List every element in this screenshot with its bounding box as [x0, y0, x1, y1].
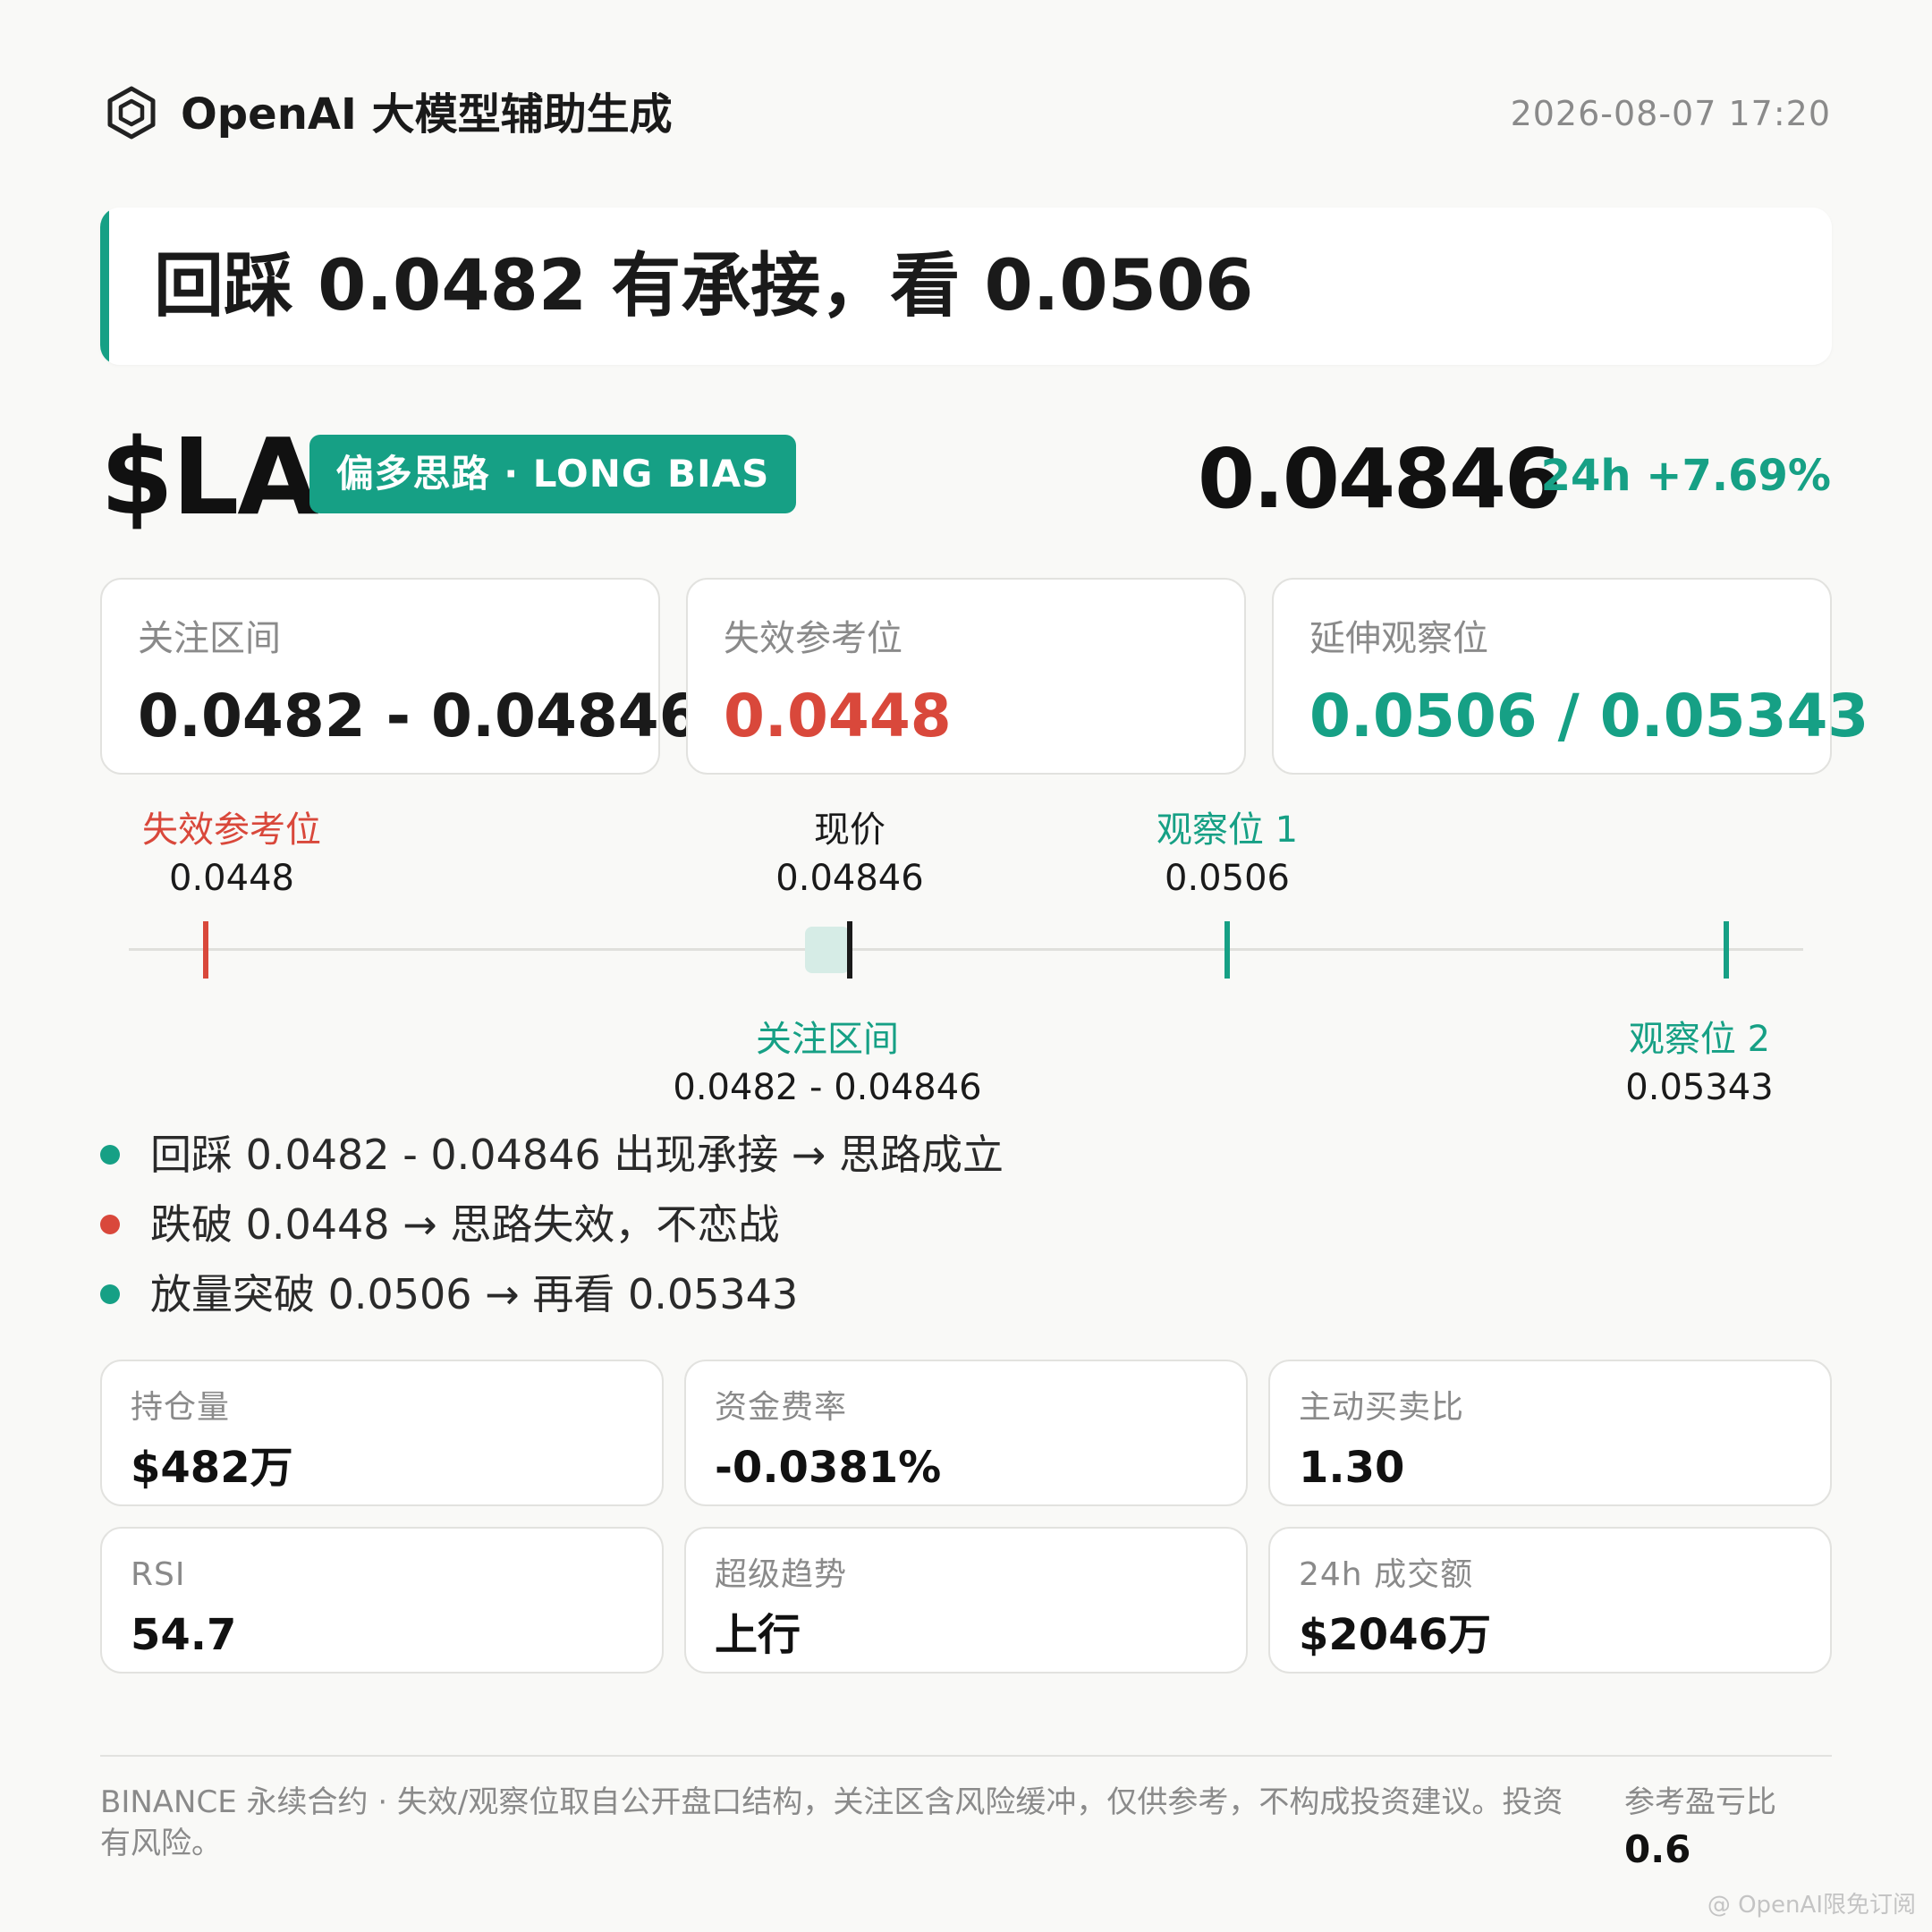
risk-reward-label: 参考盈亏比: [1624, 1784, 1776, 1820]
stat-label: 资金费率: [715, 1389, 848, 1426]
stat-card-rsi: RSI 54.7: [100, 1527, 664, 1674]
level-label: 关注区间: [138, 618, 281, 659]
ladder-zone-label: 关注区间: [756, 1019, 899, 1060]
scenario-text: 跌破 0.0448 → 思路失效，不恋战: [150, 1200, 780, 1249]
focus-zone-band: [805, 927, 850, 973]
current-price: 0.04846: [1197, 431, 1562, 527]
headline-card: 回踩 0.0482 有承接，看 0.0506: [100, 208, 1832, 365]
level-value: 0.0482 - 0.04846: [138, 682, 700, 750]
ladder-invalid-label: 失效参考位: [142, 809, 321, 851]
level-card-targets: 延伸观察位 0.0506 / 0.05343: [1272, 578, 1868, 775]
footer-divider: [100, 1755, 1832, 1757]
ladder-target1-label: 观察位 1: [1156, 809, 1299, 851]
price-change-24h: 24h +7.69%: [1540, 451, 1831, 501]
stat-label: 主动买卖比: [1299, 1389, 1465, 1426]
stat-value: -0.0381%: [715, 1443, 942, 1493]
red-dot-icon: [100, 1214, 120, 1234]
ladder-target2-label: 观察位 2: [1628, 1019, 1771, 1060]
stat-card-volume-24h: 24h 成交额 $2046万: [1268, 1527, 1832, 1674]
invalid-level-marker: [203, 921, 208, 979]
scenario-bullet: 跌破 0.0448 → 思路失效，不恋战: [100, 1197, 779, 1252]
bias-badge: 偏多思路 · LONG BIAS: [309, 435, 796, 513]
stat-value: 54.7: [131, 1610, 237, 1660]
stat-card-supertrend: 超级趋势 上行: [684, 1527, 1248, 1674]
scenario-text: 回踩 0.0482 - 0.04846 出现承接 → 思路成立: [150, 1131, 1004, 1179]
stat-card-open-interest: 持仓量 $482万: [100, 1360, 664, 1506]
ladder-target1-value: 0.0506: [1165, 858, 1290, 899]
disclaimer-text: BINANCE 永续合约 · 失效/观察位取自公开盘口结构，关注区含风险缓冲，仅…: [100, 1784, 1563, 1861]
current-price-marker: [847, 921, 852, 979]
brand-name: OpenAI 大模型辅助生成: [181, 89, 673, 140]
stat-value: $482万: [131, 1443, 293, 1493]
headline-text: 回踩 0.0482 有承接，看 0.0506: [154, 246, 1254, 326]
level-label: 失效参考位: [724, 618, 902, 659]
timestamp: 2026-08-07 17:20: [1510, 94, 1831, 133]
stat-label: RSI: [131, 1556, 186, 1593]
scenario-bullet: 回踩 0.0482 - 0.04846 出现承接 → 思路成立: [100, 1127, 1004, 1182]
stat-value: 1.30: [1299, 1443, 1405, 1493]
target1-marker: [1224, 921, 1230, 979]
stat-label: 超级趋势: [715, 1556, 848, 1593]
level-card-focus-zone: 关注区间 0.0482 - 0.04846: [100, 578, 700, 775]
stat-label: 24h 成交额: [1299, 1556, 1474, 1593]
watermark: @ OpenAI限免订阅: [1707, 1892, 1916, 1919]
level-card-invalidation: 失效参考位 0.0448: [686, 578, 1246, 775]
green-dot-icon: [100, 1144, 120, 1165]
stat-value: $2046万: [1299, 1610, 1491, 1660]
level-value: 0.0448: [724, 682, 952, 750]
hexagon-logo-icon: [106, 85, 157, 140]
ladder-current-label: 现价: [814, 809, 886, 851]
ladder-current-value: 0.04846: [775, 858, 924, 899]
target2-marker: [1724, 921, 1729, 979]
stat-value: 上行: [715, 1610, 801, 1660]
ticker-symbol: $LA: [100, 415, 319, 538]
green-dot-icon: [100, 1284, 120, 1304]
stat-card-funding-rate: 资金费率 -0.0381%: [684, 1360, 1248, 1506]
risk-reward-value: 0.6: [1624, 1827, 1691, 1871]
ladder-zone-value: 0.0482 - 0.04846: [673, 1067, 982, 1108]
level-label: 延伸观察位: [1309, 618, 1488, 659]
ladder-target2-value: 0.05343: [1625, 1067, 1774, 1108]
price-ladder-track: [129, 948, 1803, 951]
stat-card-taker-ratio: 主动买卖比 1.30: [1268, 1360, 1832, 1506]
scenario-bullet: 放量突破 0.0506 → 再看 0.05343: [100, 1267, 798, 1322]
stat-label: 持仓量: [131, 1389, 231, 1426]
ladder-invalid-value: 0.0448: [169, 858, 294, 899]
scenario-text: 放量突破 0.0506 → 再看 0.05343: [150, 1270, 799, 1318]
level-value: 0.0506 / 0.05343: [1309, 682, 1869, 750]
headline-accent-bar: [100, 208, 109, 365]
